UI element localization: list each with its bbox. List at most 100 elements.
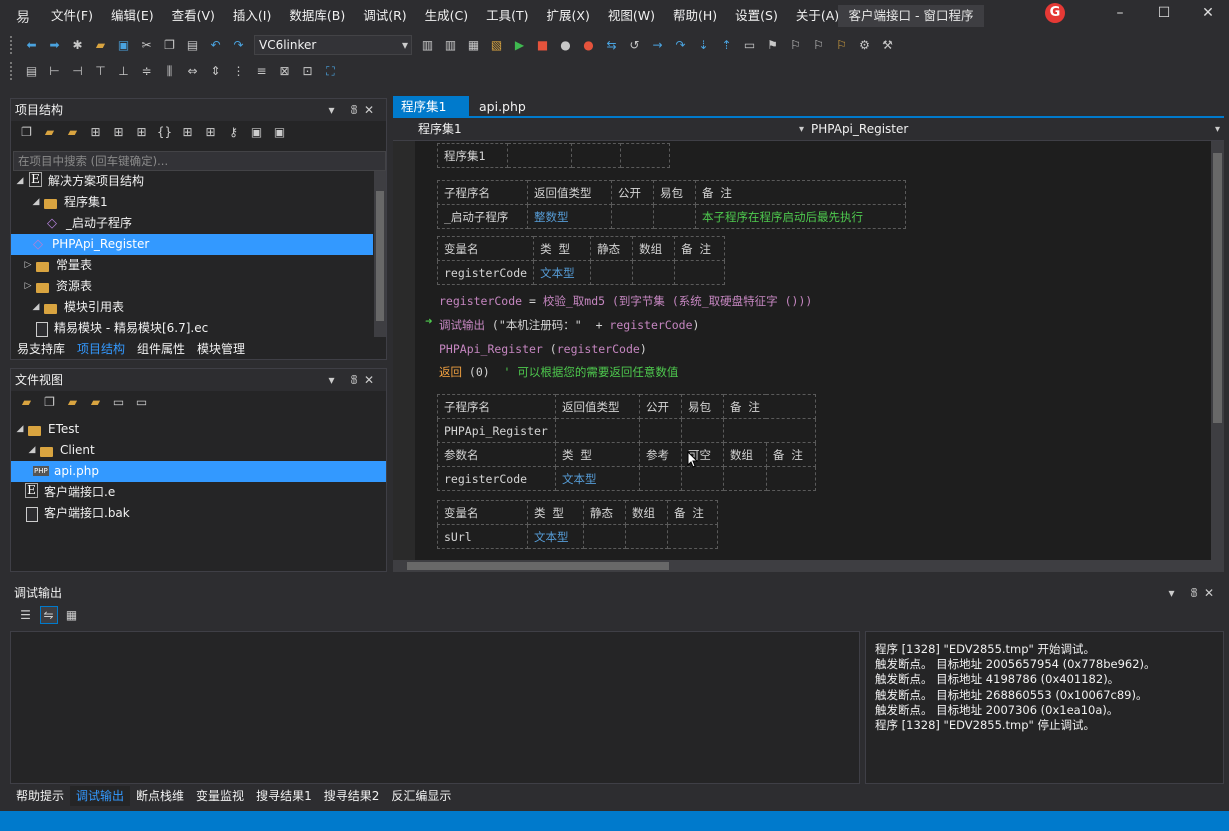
- tab-search-results-2[interactable]: 搜寻结果2: [318, 786, 386, 806]
- sub-name-cell[interactable]: PHPApi_Register: [437, 418, 556, 443]
- settings-gear-icon[interactable]: ⚙: [856, 36, 874, 54]
- stop-icon[interactable]: ■: [534, 36, 552, 54]
- menu-debug[interactable]: 调试(R): [354, 7, 415, 25]
- menu-file[interactable]: 文件(F): [42, 7, 102, 25]
- minimize-button[interactable]: –: [1110, 4, 1130, 22]
- editor-vertical-scrollbar[interactable]: [1211, 141, 1224, 560]
- build-icon[interactable]: ▥: [419, 36, 437, 54]
- tree-item-solution[interactable]: ◢解决方案项目结构: [13, 171, 373, 192]
- scroll-thumb[interactable]: [407, 562, 669, 570]
- add-assembly-icon[interactable]: ▰: [64, 123, 82, 141]
- module-settings-icon[interactable]: ▣: [271, 123, 289, 141]
- new-folder-icon[interactable]: ▰: [64, 393, 82, 411]
- assembly-name-cell[interactable]: 程序集1: [437, 143, 508, 168]
- copy-icon[interactable]: ❐: [161, 36, 179, 54]
- yi-logo-icon[interactable]: 易: [16, 7, 30, 27]
- menu-insert[interactable]: 插入(I): [224, 7, 280, 25]
- close-button[interactable]: ✕: [1198, 4, 1218, 22]
- panel-controls[interactable]: ▾ 𝟠✕: [1168, 582, 1220, 604]
- param-name-cell[interactable]: registerCode: [437, 466, 556, 491]
- add-variable-icon[interactable]: ⊞: [110, 123, 128, 141]
- tab-order-icon[interactable]: ▤: [23, 62, 41, 80]
- package-icon[interactable]: ▧: [488, 36, 506, 54]
- open-icon[interactable]: ▰: [92, 36, 110, 54]
- step-icon[interactable]: ⇆: [603, 36, 621, 54]
- scroll-thumb[interactable]: [1213, 153, 1222, 423]
- publish-icon[interactable]: ▦: [465, 36, 483, 54]
- tab-project-structure[interactable]: 项目结构: [71, 339, 132, 359]
- menu-settings[interactable]: 设置(S): [726, 7, 787, 25]
- tab-help-tips[interactable]: 帮助提示: [10, 786, 70, 806]
- file-item-api-php[interactable]: api.php: [11, 461, 386, 482]
- align-right-icon[interactable]: ⊣: [69, 62, 87, 80]
- tree-item-startup-sub[interactable]: _启动子程序: [45, 213, 373, 234]
- var-name-cell[interactable]: sUrl: [437, 524, 528, 549]
- tab-debug-output[interactable]: 调试输出: [70, 786, 131, 806]
- fit-width-icon[interactable]: ⊠: [276, 62, 294, 80]
- tab-api-php[interactable]: api.php: [471, 96, 534, 118]
- tab-assembly1[interactable]: 程序集1 ✕: [393, 96, 469, 135]
- menu-window[interactable]: 视图(W): [599, 7, 664, 25]
- menu-database[interactable]: 数据库(B): [280, 7, 354, 25]
- same-width-icon[interactable]: ⇔: [184, 62, 202, 80]
- project-search-input[interactable]: 在项目中搜索 (回车键确定)...: [13, 151, 386, 171]
- menu-edit[interactable]: 编辑(E): [102, 7, 163, 25]
- add-param-icon[interactable]: ⊞: [133, 123, 151, 141]
- tree-item-module-refs[interactable]: ◢ 模块引用表: [29, 297, 373, 318]
- tree-item-resources[interactable]: ▷ 资源表: [21, 276, 373, 297]
- file-item-client-bak[interactable]: 客户端接口.bak: [23, 503, 385, 524]
- cut-icon[interactable]: ✂: [138, 36, 156, 54]
- forward-icon[interactable]: ➡: [46, 36, 64, 54]
- add-folder-icon[interactable]: ▰: [41, 123, 59, 141]
- panel-controls[interactable]: ▾ 𝟠✕: [328, 369, 380, 391]
- run-icon[interactable]: ▶: [511, 36, 529, 54]
- maximize-button[interactable]: ☐: [1154, 4, 1174, 22]
- copy-file-icon[interactable]: ▭: [133, 393, 151, 411]
- return-type-cell[interactable]: 整数型: [527, 204, 612, 229]
- menu-view[interactable]: 查看(V): [163, 7, 224, 25]
- breakpoint-icon[interactable]: ●: [557, 36, 575, 54]
- add-resource-icon[interactable]: ⊞: [202, 123, 220, 141]
- build-all-icon[interactable]: ▥: [442, 36, 460, 54]
- toolbar-grip[interactable]: [10, 36, 14, 54]
- tab-watch[interactable]: 变量监视: [190, 786, 250, 806]
- code-line-2[interactable]: 调试输出 ("本机注册码：" + registerCode): [439, 316, 699, 334]
- align-bottom-icon[interactable]: ⊥: [115, 62, 133, 80]
- new-file-icon[interactable]: ▭: [110, 393, 128, 411]
- output-pane-left[interactable]: [10, 631, 860, 784]
- tab-search-results-1[interactable]: 搜寻结果1: [250, 786, 318, 806]
- toggle-comment-icon[interactable]: ▭: [741, 36, 759, 54]
- paste-icon[interactable]: ▤: [184, 36, 202, 54]
- file-item-etest[interactable]: ◢ ETest: [13, 419, 385, 440]
- fit-height-icon[interactable]: ⊡: [299, 62, 317, 80]
- tree-item-phpapi-register[interactable]: PHPApi_Register: [11, 234, 373, 255]
- nav-assembly-select[interactable]: 程序集1: [393, 120, 807, 139]
- compiler-select[interactable]: VC6linker: [254, 35, 412, 55]
- nav-sub-select[interactable]: PHPApi_Register: [809, 120, 1223, 139]
- add-sub-icon[interactable]: ⊞: [87, 123, 105, 141]
- redo-icon[interactable]: ↷: [230, 36, 248, 54]
- word-wrap-icon[interactable]: ⇋: [39, 606, 58, 624]
- step-over-icon[interactable]: →: [649, 36, 667, 54]
- var-name-cell[interactable]: registerCode: [436, 260, 535, 285]
- tab-support-libs[interactable]: 易支持库: [11, 339, 71, 359]
- collapse-all-icon[interactable]: ❐: [18, 123, 36, 141]
- copy-output-icon[interactable]: ▦: [63, 606, 81, 624]
- add-constant-icon[interactable]: ⊞: [179, 123, 197, 141]
- code-line-3[interactable]: PHPApi_Register (registerCode): [439, 340, 647, 358]
- bookmark-prev-icon[interactable]: ⚐: [787, 36, 805, 54]
- step-out-icon[interactable]: ⇡: [718, 36, 736, 54]
- tree-item-jingyi-module[interactable]: 精易模块 - 精易模块[6.7].ec: [33, 318, 373, 339]
- sub-name-cell[interactable]: _启动子程序: [437, 204, 528, 229]
- save-icon[interactable]: ▣: [115, 36, 133, 54]
- restart-icon[interactable]: ↺: [626, 36, 644, 54]
- space-horizontal-icon[interactable]: ⋮: [230, 62, 248, 80]
- refresh-icon[interactable]: ▰: [18, 393, 36, 411]
- toolbar-grip-2[interactable]: [10, 62, 14, 80]
- new-project-icon[interactable]: ✱: [69, 36, 87, 54]
- add-key-icon[interactable]: ⚷: [225, 123, 243, 141]
- tab-disassembly[interactable]: 反汇编显示: [385, 786, 457, 806]
- undo-icon[interactable]: ↶: [207, 36, 225, 54]
- center-horizontal-icon[interactable]: ≑: [138, 62, 156, 80]
- panel-controls[interactable]: ▾ 𝟠✕: [328, 99, 380, 121]
